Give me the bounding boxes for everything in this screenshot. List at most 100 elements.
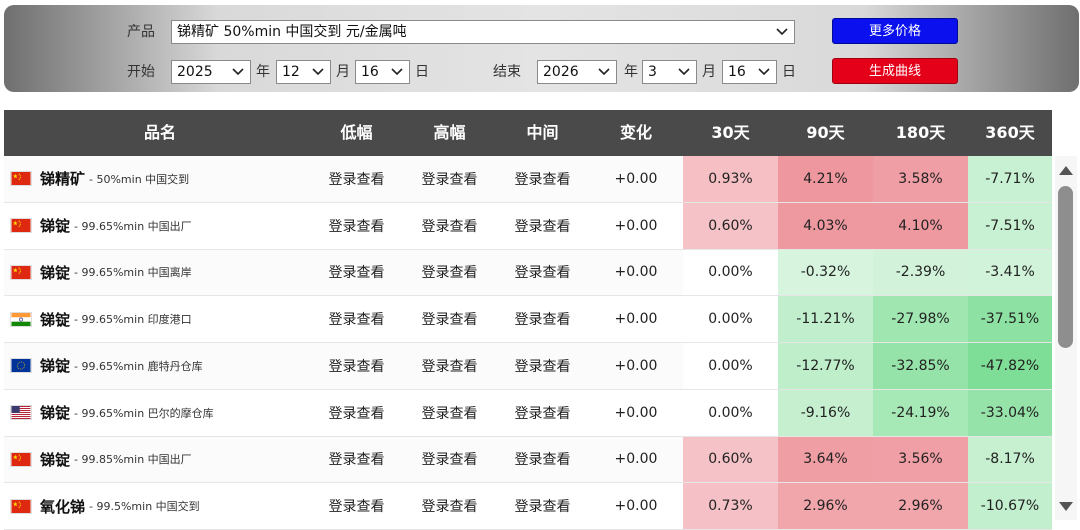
change-90d-cell: 4.03% [778,202,873,249]
low-cell[interactable]: 登录查看 [310,203,403,249]
product-spec: 99.5%min 中国交到 [96,500,200,514]
change-cell: +0.00 [614,404,658,421]
mid-cell[interactable]: 登录查看 [496,156,589,202]
change-180d-cell: -2.39% [873,249,968,296]
change-90d-cell: -11.21% [778,296,873,342]
change-90d-cell: 4.21% [778,156,873,202]
chevron-down-icon [776,28,788,36]
china-flag-icon [10,498,32,514]
price-table-body: 锑精矿 - 50%min 中国交到 登录查看 登录查看 登录查看 +0.00 0.93%… [4,156,1052,530]
change-cell: +0.00 [614,498,658,515]
high-cell[interactable]: 登录查看 [403,203,496,249]
change-30d-cell: 0.73% [683,483,778,529]
product-name-cell: 锑锭 - 99.65%min 中国出厂 [4,203,310,249]
product-name: 锑锭 [40,357,71,376]
mid-cell[interactable]: 登录查看 [496,203,589,249]
product-name: 锑锭 [40,450,71,469]
change-cell: +0.00 [614,357,658,374]
mid-cell[interactable]: 登录查看 [496,296,589,342]
product-name: 锑精矿 [40,170,86,189]
scrollbar-thumb[interactable] [1058,186,1073,348]
start-month-select[interactable]: 12 [276,60,331,84]
mid-cell[interactable]: 登录查看 [496,437,589,483]
change-cell: +0.00 [614,264,658,281]
mid-cell[interactable]: 登录查看 [496,343,589,389]
low-cell[interactable]: 登录查看 [310,343,403,389]
scroll-down-icon[interactable] [1059,502,1073,511]
start-day-select[interactable]: 16 [355,60,410,84]
start-day-value: 16 [361,64,379,80]
high-cell[interactable]: 登录查看 [403,437,496,483]
change-cell: +0.00 [614,451,658,468]
end-month-select[interactable]: 3 [642,60,697,84]
change-360d-cell: -37.51% [968,296,1052,342]
high-cell[interactable]: 登录查看 [403,390,496,436]
mid-cell[interactable]: 登录查看 [496,483,589,529]
header-30d: 30天 [711,123,750,142]
high-cell[interactable]: 登录查看 [403,156,496,202]
start-month-value: 12 [282,64,300,80]
mid-cell[interactable]: 登录查看 [496,250,589,296]
change-cell: +0.00 [614,217,658,234]
end-year-select[interactable]: 2026 [537,60,617,84]
low-cell[interactable]: 登录查看 [310,296,403,342]
table-scrollbar[interactable] [1055,156,1077,520]
product-name: 锑锭 [40,310,71,329]
table-row: 锑精矿 - 50%min 中国交到 登录查看 登录查看 登录查看 +0.00 0.93%… [4,156,1052,203]
end-day-value: 16 [728,64,746,80]
product-spec: 99.85%min 中国出厂 [81,453,192,467]
product-name-cell: 氧化锑 - 99.5%min 中国交到 [4,483,310,529]
table-row: 锑锭 - 99.65%min 中国出厂 登录查看 登录查看 登录查看 +0.00 0.6… [4,202,1052,250]
start-day-unit: 日 [415,64,429,80]
change-90d-cell: 2.96% [778,483,873,529]
change-30d-cell: 0.00% [683,249,778,296]
chevron-down-icon [758,68,770,76]
product-select[interactable]: 锑精矿 50%min 中国交到 元/金属吨 [171,20,795,44]
change-180d-cell: 4.10% [873,202,968,249]
change-360d-cell: -8.17% [968,436,1052,483]
change-90d-cell: -9.16% [778,389,873,436]
table-header: 品名 低幅 高幅 中间 变化 30天 90天 180天 360天 [4,110,1052,156]
product-spec: 99.65%min 印度港口 [81,313,192,327]
low-cell[interactable]: 登录查看 [310,437,403,483]
change-180d-cell: -32.85% [873,343,968,389]
change-360d-cell: -3.41% [968,249,1052,296]
change-360d-cell: -33.04% [968,389,1052,436]
china-flag-icon [10,218,32,234]
start-year-unit: 年 [256,64,270,80]
product-name: 锑锭 [40,404,71,423]
change-180d-cell: 3.56% [873,436,968,483]
china-flag-icon [10,171,32,187]
high-cell[interactable]: 登录查看 [403,343,496,389]
start-year-select[interactable]: 2025 [171,60,251,84]
product-name-cell: 锑锭 - 99.65%min 鹿特丹仓库 [4,343,310,389]
table-row: 锑锭 - 99.65%min 巴尔的摩仓库 登录查看 登录查看 登录查看 +0.00 0… [4,389,1052,437]
low-cell[interactable]: 登录查看 [310,390,403,436]
high-cell[interactable]: 登录查看 [403,483,496,529]
header-mid: 中间 [526,123,559,142]
china-flag-icon [10,451,32,467]
eu-flag-icon [10,358,32,374]
usa-flag-icon [10,405,32,421]
change-360d-cell: -10.67% [968,483,1052,529]
scroll-up-icon[interactable] [1059,166,1073,175]
more-prices-button[interactable]: 更多价格 [832,18,958,44]
end-day-select[interactable]: 16 [722,60,777,84]
header-low: 低幅 [340,123,373,142]
header-high: 高幅 [433,123,466,142]
low-cell[interactable]: 登录查看 [310,156,403,202]
product-name-cell: 锑锭 - 99.65%min 中国离岸 [4,250,310,296]
high-cell[interactable]: 登录查看 [403,296,496,342]
change-30d-cell: 0.00% [683,389,778,436]
header-360d: 360天 [985,123,1035,142]
table-row: 锑锭 - 99.65%min 鹿特丹仓库 登录查看 登录查看 登录查看 +0.00 0.… [4,343,1052,390]
low-cell[interactable]: 登录查看 [310,250,403,296]
table-row: 锑锭 - 99.65%min 印度港口 登录查看 登录查看 登录查看 +0.00 0.0… [4,296,1052,343]
change-180d-cell: 2.96% [873,483,968,529]
high-cell[interactable]: 登录查看 [403,250,496,296]
mid-cell[interactable]: 登录查看 [496,390,589,436]
generate-curve-button[interactable]: 生成曲线 [832,58,958,84]
low-cell[interactable]: 登录查看 [310,483,403,529]
table-row: 锑锭 - 99.65%min 中国离岸 登录查看 登录查看 登录查看 +0.00 0.0… [4,249,1052,297]
header-90d: 90天 [806,123,845,142]
